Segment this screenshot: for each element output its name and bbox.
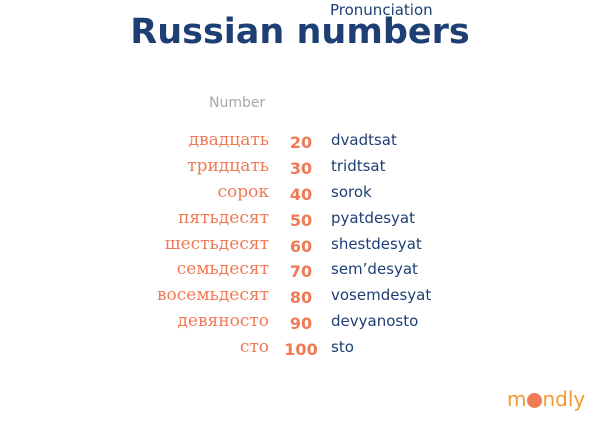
globe-icon (527, 392, 543, 408)
pronunciation-text: shestdesyat (331, 234, 422, 253)
russian-word: восемьдесят (156, 285, 269, 306)
table-row: пятьдесят 50 pyatdesyat (0, 208, 600, 234)
table-row: двадцать 20 dvadtsat (0, 130, 600, 156)
table-row: тридцать 30 tridtsat (0, 156, 600, 182)
header-pronunciation: Pronunciation (330, 1, 433, 19)
table-row: восемьдесят 80 vosemdesyat (0, 285, 600, 311)
pronunciation-text: sem’desyat (331, 260, 418, 279)
number-value: 20 (289, 133, 313, 152)
russian-word: сорок (217, 181, 270, 202)
table-row: девяносто 90 devyanosto (0, 311, 600, 337)
pronunciation-text: dvadtsat (331, 131, 397, 149)
russian-word: двадцать (188, 130, 269, 150)
pronunciation-text: sto (331, 338, 354, 357)
number-value: 80 (289, 288, 313, 308)
number-value: 70 (289, 262, 313, 282)
pronunciation-text: vosemdesyat (331, 286, 432, 305)
table-row: семьдесят 70 sem’desyat (0, 259, 600, 285)
logo-text-end: ndly (542, 387, 586, 411)
pronunciation-text: pyatdesyat (331, 208, 415, 227)
number-value: 30 (289, 158, 313, 178)
russian-word: девяносто (177, 311, 269, 332)
logo-text-start: m (507, 387, 527, 411)
number-value: 40 (289, 184, 313, 204)
russian-word: шестьдесят (164, 233, 269, 254)
table-row: шестьдесят 60 shestdesyat (0, 234, 600, 260)
number-value: 100 (284, 340, 318, 360)
pronunciation-text: tridtsat (331, 156, 386, 175)
table-row: сорок 40 sorok (0, 182, 600, 208)
number-value: 90 (289, 314, 313, 334)
pronunciation-text: devyanosto (331, 312, 419, 331)
page: Russian numbers Number Pronunciation два… (0, 0, 600, 424)
number-value: 50 (289, 210, 313, 230)
header-number: Number (209, 95, 266, 111)
pronunciation-text: sorok (331, 182, 372, 201)
number-value: 60 (289, 236, 313, 256)
table-row: сто 100 sto (0, 337, 600, 363)
russian-word: семьдесят (176, 259, 269, 280)
mondly-logo: m ndly (507, 385, 585, 413)
numbers-table: двадцать 20 dvadtsat тридцать 30 tridtsa… (0, 130, 600, 363)
page-title: Russian numbers (130, 12, 470, 52)
russian-word: пятьдесят (178, 207, 269, 228)
russian-word: тридцать (187, 155, 269, 176)
russian-word: сто (239, 337, 269, 358)
